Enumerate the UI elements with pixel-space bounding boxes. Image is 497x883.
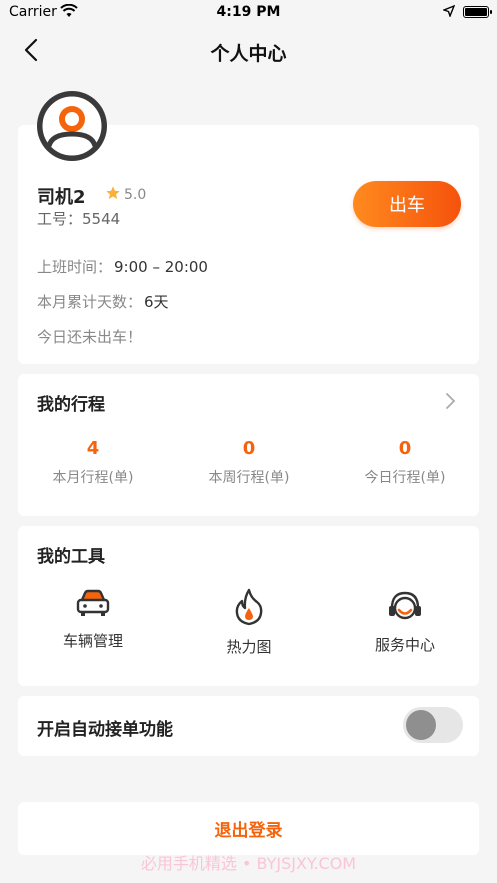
rating-value: 5.0 <box>124 187 147 203</box>
stat-value: 0 <box>242 438 256 459</box>
today-status: 今日还未出车！ <box>37 328 143 346</box>
stat-label: 本周行程(单) <box>208 470 290 486</box>
logout-label: 退出登录 <box>214 821 283 841</box>
my-tools-title: 我的工具 <box>37 547 105 567</box>
tool-heatmap[interactable]: 热力图 <box>174 588 324 657</box>
monthly-days: 本月累计天数： 6天 <box>37 291 169 312</box>
driver-name: 司机2 <box>37 187 86 208</box>
stat-week-trips: 0 本周行程(单) <box>174 438 324 487</box>
auto-accept-label: 开启自动接单功能 <box>37 720 173 740</box>
avatar <box>36 90 108 162</box>
stat-month-trips: 4 本月行程(单) <box>18 438 168 487</box>
my-tools-card: 我的工具 车辆管理 热力图 服务中心 <box>18 526 479 686</box>
stat-label: 今日行程(单) <box>364 470 446 486</box>
clock: 4:19 PM <box>216 4 281 20</box>
battery-icon <box>463 6 492 18</box>
watermark: 必用手机精选 • BYJSJXY.COM <box>140 854 357 873</box>
flame-icon <box>174 588 324 626</box>
monthly-days-label: 本月累计天数： <box>37 293 143 311</box>
rating: 5.0 <box>105 185 146 205</box>
monthly-days-value: 6天 <box>144 293 169 311</box>
shift-time-value: 9:00 – 20:00 <box>114 258 208 276</box>
tool-label: 服务中心 <box>374 636 435 654</box>
depart-button[interactable]: 出车 <box>353 181 461 227</box>
location-icon <box>441 4 456 21</box>
status-bar: Carrier 4:19 PM <box>0 0 497 26</box>
auto-accept-card: 开启自动接单功能 <box>18 696 479 756</box>
stat-value: 4 <box>86 438 100 459</box>
car-icon <box>18 588 168 620</box>
shift-time-label: 上班时间： <box>37 258 113 276</box>
stat-today-trips: 0 今日行程(单) <box>330 438 480 487</box>
tool-label: 车辆管理 <box>62 632 123 650</box>
toggle-knob <box>406 710 436 740</box>
headset-icon <box>330 588 480 624</box>
auto-accept-toggle[interactable] <box>403 707 463 743</box>
employee-number: 工号：5544 <box>37 210 121 228</box>
tool-vehicle-management[interactable]: 车辆管理 <box>18 588 168 651</box>
page-title: 个人中心 <box>210 43 287 65</box>
stat-label: 本月行程(单) <box>52 470 134 486</box>
shift-time: 上班时间： 9:00 – 20:00 <box>37 256 208 277</box>
tool-label: 热力图 <box>226 638 272 656</box>
tool-service-center[interactable]: 服务中心 <box>330 588 480 655</box>
star-icon <box>105 185 121 205</box>
my-trips-title: 我的行程 <box>37 395 105 415</box>
stat-value: 0 <box>398 438 412 459</box>
logout-button[interactable]: 退出登录 <box>18 802 479 855</box>
chevron-right-icon[interactable] <box>445 392 457 410</box>
navigation-bar: 个人中心 <box>0 26 497 76</box>
my-trips-card[interactable]: 我的行程 4 本月行程(单) 0 本周行程(单) 0 今日行程(单) <box>18 374 479 516</box>
